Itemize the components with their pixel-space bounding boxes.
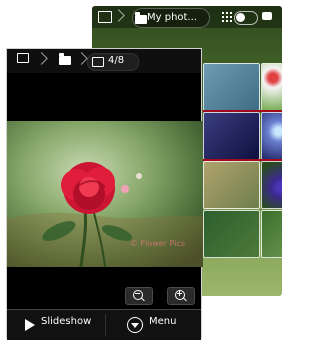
zoom-out-button[interactable] [125, 287, 153, 305]
title-pill[interactable]: My phot... [132, 8, 210, 28]
photo-counter: 4/8 [108, 55, 125, 66]
plus-icon-vertical [179, 291, 180, 296]
menu-icon [127, 317, 143, 333]
message-icon[interactable] [262, 12, 272, 20]
image-icon[interactable] [17, 53, 29, 63]
chevron-right-icon [114, 9, 124, 23]
thumbnail[interactable] [261, 112, 282, 160]
folder-icon[interactable] [59, 53, 71, 65]
chevron-right-icon [37, 52, 47, 66]
grid-icon[interactable] [222, 12, 232, 22]
viewer-top-bar: 4/8 [7, 49, 201, 73]
bottom-toolbar: Slideshow Menu [7, 309, 201, 340]
accent-line [203, 110, 282, 112]
image-icon [92, 57, 104, 67]
folder-icon [135, 12, 147, 24]
album-title: My phot... [147, 12, 197, 23]
photo: © Flower Pics [7, 121, 203, 267]
photo-viewer: 4/8 © Flower Pics Slideshow Menu [6, 48, 203, 340]
thumbnail[interactable] [203, 63, 260, 111]
chevron-right-icon [77, 52, 87, 66]
watermark: © Flower Pics [130, 239, 185, 248]
thumbnail[interactable] [203, 210, 260, 258]
thumbnail[interactable] [261, 161, 282, 209]
view-toggle[interactable] [234, 11, 258, 25]
play-icon [25, 319, 35, 331]
toolbar-divider [105, 314, 106, 336]
menu-label: Menu [149, 316, 177, 327]
zoom-in-icon [175, 290, 185, 300]
thumbnail[interactable] [261, 210, 282, 258]
thumbnail[interactable] [203, 161, 260, 209]
thumbnail[interactable] [261, 63, 282, 111]
slideshow-label: Slideshow [41, 316, 92, 327]
image-icon[interactable] [98, 11, 112, 23]
grid-top-bar: My phot... [92, 6, 282, 28]
thumbnail[interactable] [203, 112, 260, 160]
menu-button[interactable]: Menu [127, 314, 197, 336]
zoom-controls [7, 285, 201, 305]
zoom-out-icon [133, 290, 143, 300]
toggle-knob [236, 13, 245, 22]
zoom-in-button[interactable] [167, 287, 195, 305]
photo-counter-pill[interactable]: 4/8 [87, 53, 139, 71]
slideshow-button[interactable]: Slideshow [25, 314, 105, 336]
thumbnail-grid [203, 63, 282, 258]
accent-line [203, 159, 282, 161]
minus-icon [135, 293, 140, 294]
